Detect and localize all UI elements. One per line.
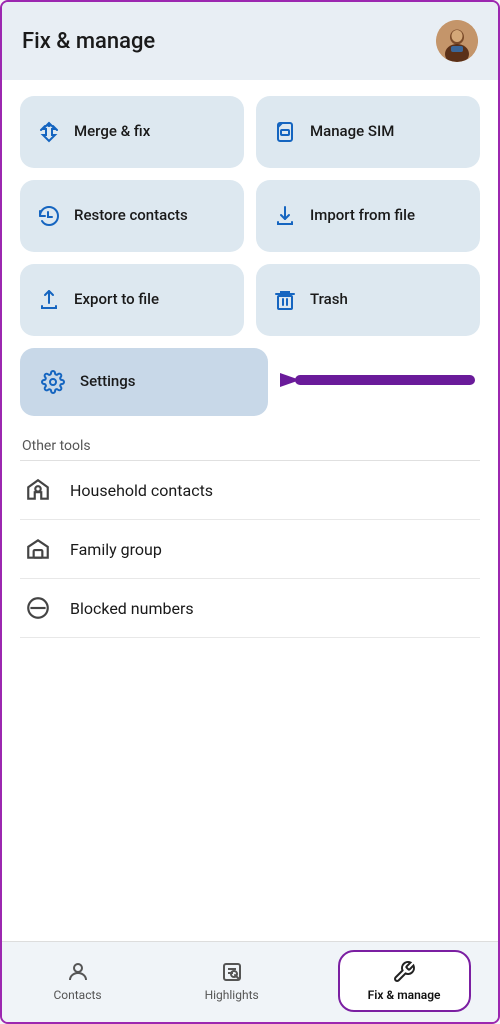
settings-label: Settings	[80, 372, 136, 392]
export-to-file-button[interactable]: Export to file	[20, 264, 244, 336]
household-icon	[24, 477, 52, 503]
other-tools-section: Other tools Household contacts	[20, 438, 480, 638]
avatar-svg	[436, 20, 478, 62]
household-contacts-label: Household contacts	[70, 481, 213, 500]
family-group-label: Family group	[70, 540, 162, 559]
page-title: Fix & manage	[22, 29, 155, 54]
bottom-nav: Contacts Highlights Fix &	[2, 941, 498, 1022]
settings-button[interactable]: Settings	[20, 348, 268, 416]
settings-icon	[40, 370, 66, 394]
avatar-image	[436, 20, 478, 62]
manage-sim-button[interactable]: Manage SIM	[256, 96, 480, 168]
highlights-icon	[220, 960, 244, 984]
header: Fix & manage	[2, 2, 498, 80]
trash-icon	[272, 288, 298, 312]
other-tools-list: Household contacts Family group	[20, 460, 480, 638]
blocked-icon	[24, 595, 52, 621]
trash-label: Trash	[310, 290, 348, 310]
nav-highlights[interactable]: Highlights	[181, 954, 283, 1008]
grid-row-1: Merge & fix Manage SIM	[20, 96, 480, 336]
import-icon	[272, 204, 298, 228]
arrow-svg	[280, 355, 480, 405]
blocked-numbers-item[interactable]: Blocked numbers	[20, 579, 480, 638]
import-from-file-label: Import from file	[310, 206, 415, 226]
merge-fix-label: Merge & fix	[74, 122, 150, 142]
merge-fix-icon	[36, 120, 62, 144]
export-icon	[36, 288, 62, 312]
merge-fix-button[interactable]: Merge & fix	[20, 96, 244, 168]
highlights-nav-label: Highlights	[205, 988, 259, 1002]
family-icon	[24, 536, 52, 562]
nav-contacts[interactable]: Contacts	[29, 954, 125, 1008]
other-tools-title: Other tools	[20, 438, 480, 454]
app-container: Fix & manage	[0, 0, 500, 1024]
person-icon	[66, 960, 90, 984]
export-to-file-label: Export to file	[74, 290, 159, 310]
family-group-item[interactable]: Family group	[20, 520, 480, 579]
restore-contacts-button[interactable]: Restore contacts	[20, 180, 244, 252]
import-from-file-button[interactable]: Import from file	[256, 180, 480, 252]
restore-icon	[36, 204, 62, 228]
main-content: Merge & fix Manage SIM	[2, 80, 498, 941]
restore-contacts-label: Restore contacts	[74, 206, 188, 226]
sim-icon	[272, 120, 298, 144]
trash-button[interactable]: Trash	[256, 264, 480, 336]
fix-manage-nav-label: Fix & manage	[368, 988, 441, 1002]
household-contacts-item[interactable]: Household contacts	[20, 461, 480, 520]
avatar[interactable]	[436, 20, 478, 62]
wrench-icon	[392, 960, 416, 984]
blocked-numbers-label: Blocked numbers	[70, 599, 194, 618]
manage-sim-label: Manage SIM	[310, 122, 394, 142]
settings-arrow	[280, 355, 480, 409]
contacts-nav-label: Contacts	[53, 988, 101, 1002]
nav-fix-manage[interactable]: Fix & manage	[338, 950, 471, 1012]
